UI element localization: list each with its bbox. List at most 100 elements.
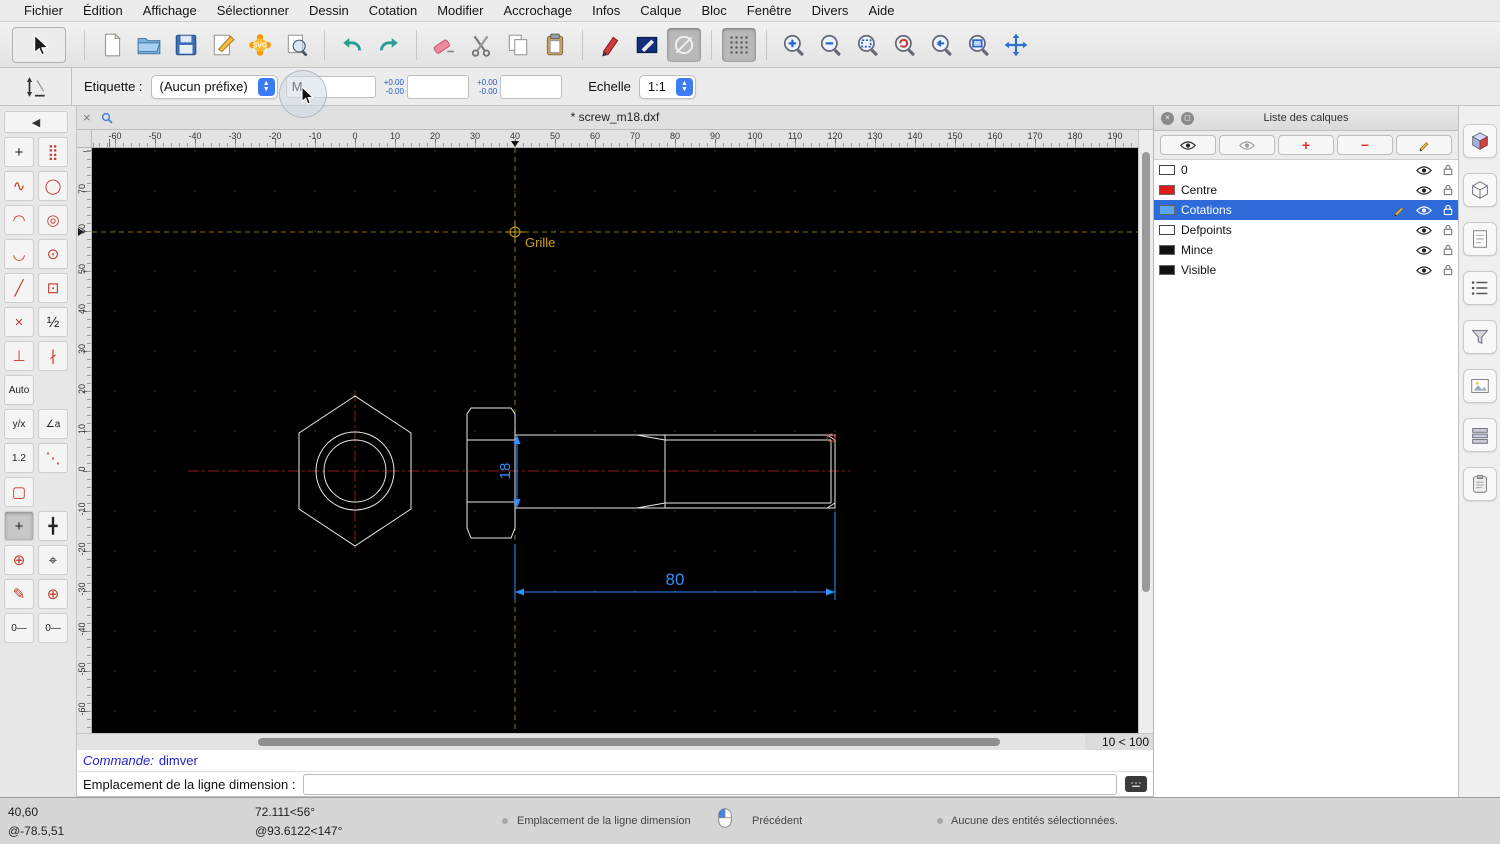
edit-layer-icon[interactable]	[1393, 204, 1405, 216]
layer-row-centre[interactable]: Centre	[1154, 180, 1458, 200]
zoom-pan-button[interactable]	[999, 28, 1033, 62]
lock-relative-zero-2-button[interactable]: 0—	[38, 613, 68, 643]
restrict-perpendicular-button[interactable]: ⊥	[4, 341, 34, 371]
menu-fen-tre[interactable]: Fenêtre	[737, 3, 802, 18]
paste-button[interactable]	[538, 28, 572, 62]
menu-fichier[interactable]: Fichier	[14, 3, 73, 18]
layer-visibility-icon[interactable]	[1416, 205, 1432, 216]
tolerance-upper-input[interactable]	[406, 74, 469, 99]
menu-aide[interactable]: Aide	[858, 3, 904, 18]
layer-lock-icon[interactable]	[1443, 224, 1453, 236]
layer-row-0[interactable]: 0	[1154, 160, 1458, 180]
horizontal-scrollbar-thumb[interactable]	[258, 738, 1000, 746]
horizontal-scrollbar[interactable]	[77, 733, 1085, 750]
menu-divers[interactable]: Divers	[802, 3, 859, 18]
snap-distance-manual-button[interactable]: ½	[38, 307, 68, 337]
restrict-off-button[interactable]: ∤	[38, 341, 68, 371]
menu-affichage[interactable]: Affichage	[133, 3, 207, 18]
svg-export-button[interactable]: SVG	[243, 28, 277, 62]
collapse-panel-button[interactable]: ◀	[4, 111, 68, 133]
remove-layer-button[interactable]: −	[1337, 135, 1393, 155]
print-preview-button[interactable]	[280, 28, 314, 62]
dock-list-button[interactable]	[1462, 271, 1497, 305]
dock-library-button[interactable]	[1462, 369, 1497, 403]
axis-snap-button[interactable]: ⌖	[38, 545, 68, 575]
cursor-tool-button[interactable]	[12, 26, 66, 63]
save-file-button[interactable]	[169, 28, 203, 62]
layer-lock-icon[interactable]	[1443, 264, 1453, 276]
zoom-refresh-button[interactable]	[888, 28, 922, 62]
scale-dropdown[interactable]: 1:1 ▲ ▼	[638, 74, 696, 99]
snap-perpendicular-button[interactable]: ◠	[4, 205, 34, 235]
hide-other-layers-button[interactable]	[1219, 135, 1275, 155]
close-panel-icon[interactable]: ×	[1161, 111, 1174, 125]
layer-row-defpoints[interactable]: Defpoints	[1154, 220, 1458, 240]
show-all-layers-button[interactable]	[1160, 135, 1216, 155]
menu-calque[interactable]: Calque	[630, 3, 691, 18]
edit-drawing-button[interactable]	[206, 28, 240, 62]
delete-tool-button[interactable]	[427, 28, 461, 62]
tolerance-lower-input[interactable]	[500, 74, 563, 99]
layer-row-visible[interactable]: Visible	[1154, 260, 1458, 280]
keyboard-toggle-button[interactable]	[1125, 776, 1147, 792]
menu-accrochage[interactable]: Accrochage	[493, 3, 582, 18]
selection-rectangle-button[interactable]: ▢	[4, 477, 34, 507]
layer-visibility-icon[interactable]	[1416, 165, 1432, 176]
snap-endpoints-button[interactable]: ∿	[4, 171, 34, 201]
menu-modifier[interactable]: Modifier	[427, 3, 493, 18]
grid-snap-button[interactable]: +	[4, 511, 34, 541]
zoom-window-button[interactable]	[962, 28, 996, 62]
redo-button[interactable]	[372, 28, 406, 62]
coordinate-cartesian-button[interactable]: y/x	[4, 409, 34, 439]
draw-selection-button[interactable]	[630, 28, 664, 62]
menu-cotation[interactable]: Cotation	[359, 3, 427, 18]
zoom-previous-button[interactable]	[925, 28, 959, 62]
command-input[interactable]	[303, 773, 1117, 795]
menu-infos[interactable]: Infos	[582, 3, 630, 18]
layer-visibility-icon[interactable]	[1416, 265, 1432, 276]
undo-button[interactable]	[335, 28, 369, 62]
snap-auto-button[interactable]: Auto	[4, 375, 34, 405]
snap-dots-button[interactable]: ⋱	[38, 443, 68, 473]
new-file-button[interactable]	[95, 28, 129, 62]
zoom-out-button[interactable]	[814, 28, 848, 62]
dock-3d-view-button[interactable]	[1462, 124, 1497, 158]
prefix-dropdown[interactable]: (Aucun préfixe) ▲ ▼	[150, 74, 278, 99]
snap-center-button[interactable]: ◎	[38, 205, 68, 235]
layer-visibility-icon[interactable]	[1416, 185, 1432, 196]
relative-zero-marker-button[interactable]: ⊕	[38, 579, 68, 609]
menu-s-lectionner[interactable]: Sélectionner	[207, 3, 299, 18]
menu--dition[interactable]: Édition	[73, 3, 133, 18]
snap-distance-button[interactable]: ⊡	[38, 273, 68, 303]
copy-button[interactable]	[501, 28, 535, 62]
layer-lock-icon[interactable]	[1443, 164, 1453, 176]
cut-button[interactable]	[464, 28, 498, 62]
dock-clipboard-button[interactable]	[1462, 467, 1497, 501]
relative-zero-snap-button[interactable]: ⊕	[4, 545, 34, 575]
layer-row-cotations[interactable]: Cotations	[1154, 200, 1458, 220]
grid-toggle-button[interactable]	[722, 27, 756, 62]
edit-layer-button[interactable]	[1396, 135, 1452, 155]
layer-lock-icon[interactable]	[1443, 204, 1453, 216]
layer-visibility-icon[interactable]	[1416, 225, 1432, 236]
lock-relative-zero-button[interactable]: 0—	[4, 613, 34, 643]
dock-rows-button[interactable]	[1462, 418, 1497, 452]
coordinate-polar-button[interactable]: ∠a	[38, 409, 68, 439]
detach-panel-icon[interactable]: ◻	[1181, 111, 1194, 125]
snap-on-entity-button[interactable]: ◯	[38, 171, 68, 201]
snap-grid-button[interactable]: ⣿	[38, 137, 68, 167]
snap-tangent-button[interactable]: ◡	[4, 239, 34, 269]
snap-free-button[interactable]: +	[4, 137, 34, 167]
hatch-tool-button[interactable]: ✎	[4, 579, 34, 609]
layer-row-mince[interactable]: Mince	[1154, 240, 1458, 260]
dock-blocks-button[interactable]	[1462, 173, 1497, 207]
layer-lock-icon[interactable]	[1443, 244, 1453, 256]
menu-dessin[interactable]: Dessin	[299, 3, 359, 18]
snap-middle-button[interactable]: ╱	[4, 273, 34, 303]
layer-lock-icon[interactable]	[1443, 184, 1453, 196]
zoom-in-button[interactable]	[777, 28, 811, 62]
drawing-canvas[interactable]: Grille 18 80	[92, 148, 1138, 733]
vertical-scrollbar-thumb[interactable]	[1142, 152, 1150, 592]
zoom-auto-button[interactable]	[851, 28, 885, 62]
menu-bloc[interactable]: Bloc	[691, 3, 736, 18]
